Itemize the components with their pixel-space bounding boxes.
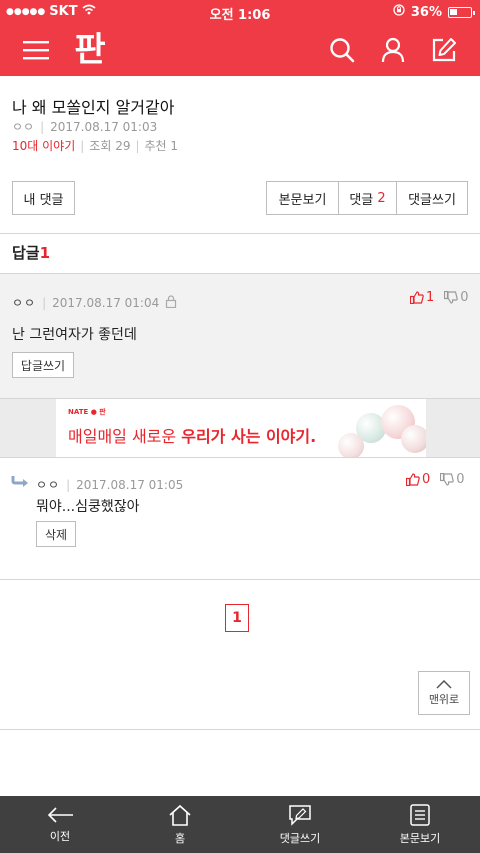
edit-icon xyxy=(432,38,456,62)
replies-count: 1 xyxy=(39,244,51,262)
replies-label: 답글 xyxy=(12,244,40,262)
pann-logo[interactable]: 판 xyxy=(70,26,110,70)
upvote-count: 0 xyxy=(422,472,431,487)
downvote-count: 0 xyxy=(460,290,469,305)
comment-item: ㅇㅇ | 2017.08.17 01:04 1 0 난 그런여자가 좋던데 답글… xyxy=(0,273,480,399)
lock-icon xyxy=(165,294,177,311)
chevron-up-icon xyxy=(436,679,452,689)
comment-edit-icon xyxy=(289,804,311,826)
battery-icon xyxy=(448,6,475,18)
hamburger-icon xyxy=(23,41,49,60)
article-meta: ㅇㅇ | 2017.08.17 01:03 xyxy=(12,118,157,135)
reply-text: 뭐야...심쿵했잖아 xyxy=(36,499,140,515)
banner-brand: NATE ● 판 xyxy=(68,408,106,416)
article-views: 조회 29 xyxy=(89,139,131,153)
tab-view-article[interactable]: 본문보기 xyxy=(360,796,480,853)
section-divider xyxy=(0,729,480,730)
search-icon xyxy=(330,38,355,63)
my-comments-button[interactable]: 내 댓글 xyxy=(12,181,75,215)
thumbs-down-icon xyxy=(440,473,455,486)
banner-tagline: 매일매일 새로운 우리가 사는 이야기. xyxy=(68,423,316,447)
view-article-button[interactable]: 본문보기 xyxy=(266,181,338,215)
write-post-button[interactable] xyxy=(426,30,462,70)
profile-button[interactable] xyxy=(375,30,411,70)
divider-bar: | xyxy=(40,119,45,134)
reply-meta: ㅇㅇ | 2017.08.17 01:05 xyxy=(36,476,183,493)
tab-home[interactable]: 홈 xyxy=(120,796,240,853)
comments-count: 2 xyxy=(377,190,386,206)
tab-write-comment[interactable]: 댓글쓰기 xyxy=(240,796,360,853)
section-divider xyxy=(0,233,480,234)
upvote-count: 1 xyxy=(426,290,435,305)
comments-tab-label: 댓글 xyxy=(349,192,374,208)
nested-reply-item: ㅇㅇ | 2017.08.17 01:05 0 0 뭐야...심쿵했잖아 삭제 xyxy=(0,457,480,579)
downvote-button[interactable]: 0 xyxy=(440,472,465,487)
ad-banner-area: NATE ● 판 매일매일 새로운 우리가 사는 이야기. xyxy=(0,399,480,457)
comment-text: 난 그런여자가 좋던데 xyxy=(12,327,137,343)
home-icon xyxy=(169,804,191,826)
upvote-button[interactable]: 1 xyxy=(410,290,434,305)
article-title: 나 왜 모쏠인지 알거같아 xyxy=(12,98,175,117)
thumbs-down-icon xyxy=(444,291,459,304)
banner-tagline-bold: 우리가 사는 이야기. xyxy=(181,427,317,446)
divider-bar: | xyxy=(80,138,85,153)
ad-banner[interactable]: NATE ● 판 매일매일 새로운 우리가 사는 이야기. xyxy=(56,399,426,457)
battery-percent: 36% xyxy=(410,4,442,20)
comment-votes: 1 0 xyxy=(410,290,469,305)
downvote-count: 0 xyxy=(456,472,465,487)
banner-tagline-plain: 매일매일 새로운 xyxy=(68,427,182,446)
tab-back[interactable]: 이전 xyxy=(0,796,120,853)
comment-meta: ㅇㅇ | 2017.08.17 01:04 xyxy=(12,294,177,311)
pearl-decoration xyxy=(401,425,426,453)
comments-tab[interactable]: 댓글 2 xyxy=(338,181,396,215)
article-stats: 10대 이야기 | 조회 29 | 추천 1 xyxy=(12,137,178,154)
divider-bar: | xyxy=(42,295,47,310)
comment-action-group: 본문보기 댓글 2 댓글쓰기 xyxy=(266,181,468,215)
thumbs-up-icon xyxy=(406,473,420,486)
tab-back-label: 이전 xyxy=(49,829,71,843)
reply-arrow-icon xyxy=(10,474,30,493)
tab-write-comment-label: 댓글쓰기 xyxy=(279,831,321,845)
scroll-to-top-label: 맨위로 xyxy=(428,692,460,706)
status-right: 36% xyxy=(393,4,475,20)
bottom-tab-bar: 이전 홈 댓글쓰기 본문보기 xyxy=(0,796,480,853)
upvote-button[interactable]: 0 xyxy=(406,472,430,487)
article-date: 2017.08.17 01:03 xyxy=(50,119,158,134)
scroll-to-top-button[interactable]: 맨위로 xyxy=(418,671,470,715)
divider-bar: | xyxy=(135,138,140,153)
article-recommends: 추천 1 xyxy=(144,139,179,153)
divider-bar: | xyxy=(66,477,71,492)
write-comment-button[interactable]: 댓글쓰기 xyxy=(396,181,468,215)
section-divider xyxy=(0,579,480,580)
search-button[interactable] xyxy=(324,30,360,70)
user-icon xyxy=(381,37,405,63)
menu-button[interactable] xyxy=(18,30,54,70)
tab-view-article-label: 본문보기 xyxy=(399,831,441,845)
reply-write-button[interactable]: 답글쓰기 xyxy=(12,352,74,378)
comment-author: ㅇㅇ xyxy=(12,296,37,310)
replies-heading: 답글1 xyxy=(12,242,50,263)
pearl-decoration xyxy=(338,433,364,457)
comment-date: 2017.08.17 01:04 xyxy=(52,295,160,310)
tab-home-label: 홈 xyxy=(174,831,186,845)
thumbs-up-icon xyxy=(410,291,424,304)
article-category[interactable]: 10대 이야기 xyxy=(12,137,75,154)
reply-votes: 0 0 xyxy=(406,472,465,487)
page-number-current[interactable]: 1 xyxy=(225,604,249,632)
reply-date: 2017.08.17 01:05 xyxy=(76,477,184,492)
arrow-left-icon xyxy=(47,806,73,823)
rotation-lock-icon xyxy=(393,4,405,20)
top-header: ●●●●● SKT 오전 1:06 36% 판 xyxy=(0,0,480,76)
downvote-button[interactable]: 0 xyxy=(444,290,469,305)
status-bar: ●●●●● SKT 오전 1:06 36% xyxy=(0,0,480,24)
article-author: ㅇㅇ xyxy=(12,120,35,134)
delete-button[interactable]: 삭제 xyxy=(36,521,76,547)
reply-author: ㅇㅇ xyxy=(36,478,61,492)
document-icon xyxy=(410,803,430,826)
